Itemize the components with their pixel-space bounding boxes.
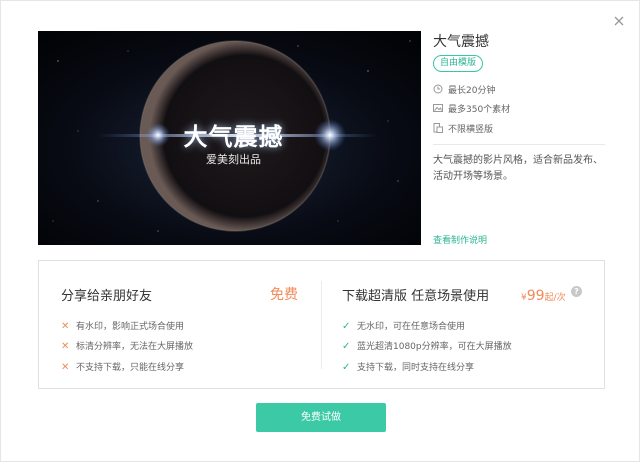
free-plan-item-text: 有水印，影响正式场合使用 [76,322,185,332]
hd-plan-item-text: 无水印，可在任意场合使用 [357,322,466,332]
feature-orientation: 不限横竖版 [433,123,493,137]
cross-icon: ✕ [61,341,70,352]
free-plan-item-text: 不支持下载，只能在线分享 [76,363,185,373]
hd-plan-item: ✓ 无水印，可在任意场合使用 [342,319,465,332]
video-preview[interactable]: 大气震撼 爱美刻出品 [38,31,421,245]
template-type-badge: 自由模版 [433,55,484,72]
clock-icon [433,84,443,94]
template-description: 大气震撼的影片风格，适合新品发布、活动开场等场景。 [433,155,603,182]
feature-assets: 最多350个素材 [433,103,510,117]
cross-icon: ✕ [61,321,70,332]
free-plan-item-text: 标清分辨率，无法在大屏播放 [76,342,194,352]
hd-plan-item-text: 蓝光超清1080p分辨率，可在大屏播放 [357,342,512,352]
check-icon: ✓ [342,362,351,373]
preview-title: 大气震撼 [183,122,284,151]
free-plan-item: ✕ 标清分辨率，无法在大屏播放 [61,339,193,352]
close-icon [614,16,624,26]
hd-plan-item-text: 支持下载，同时支持在线分享 [357,363,475,373]
free-plan-item: ✕ 不支持下载，只能在线分享 [61,360,184,373]
check-icon: ✓ [342,341,351,352]
feature-assets-label: 最多350个素材 [448,105,511,115]
hd-plan-item: ✓ 支持下载，同时支持在线分享 [342,360,474,373]
info-divider [433,144,605,145]
plan-comparison: 分享给亲朋好友 免费 ✕ 有水印，影响正式场合使用 ✕ 标清分辨率，无法在大屏播放 … [38,260,605,389]
close-button[interactable] [609,11,629,31]
hd-plan-title: 下载超清版 任意场景使用 [342,289,490,304]
price-amount: 99 [526,288,545,304]
preview-subtitle: 爱美刻出品 [206,153,261,166]
free-trial-button[interactable]: 免费试做 [256,403,386,432]
hd-plan-item: ✓ 蓝光超清1080p分辨率，可在大屏播放 [342,339,512,352]
no-portrait-icon [433,123,443,133]
check-icon: ✓ [342,321,351,332]
free-plan-price: 免费 [270,287,298,303]
image-icon [433,104,443,112]
help-icon[interactable]: ? [571,286,582,297]
cross-icon: ✕ [61,362,70,373]
help-link[interactable]: 查看制作说明 [433,233,487,246]
feature-duration: 最长20分钟 [433,84,495,98]
template-dialog: 大气震撼 爱美刻出品 大气震撼 自由模版 最长20分钟 最多350个素材 不限横… [0,0,640,462]
price-unit: 起/次 [544,293,566,303]
feature-orientation-label: 不限横竖版 [448,125,494,135]
free-plan-title: 分享给亲朋好友 [61,289,153,304]
plan-divider [321,281,322,369]
free-plan-item: ✕ 有水印，影响正式场合使用 [61,319,184,332]
hd-plan-price: ¥99起/次 [521,285,566,304]
feature-duration-label: 最长20分钟 [448,86,496,96]
template-title: 大气震撼 [433,34,489,50]
